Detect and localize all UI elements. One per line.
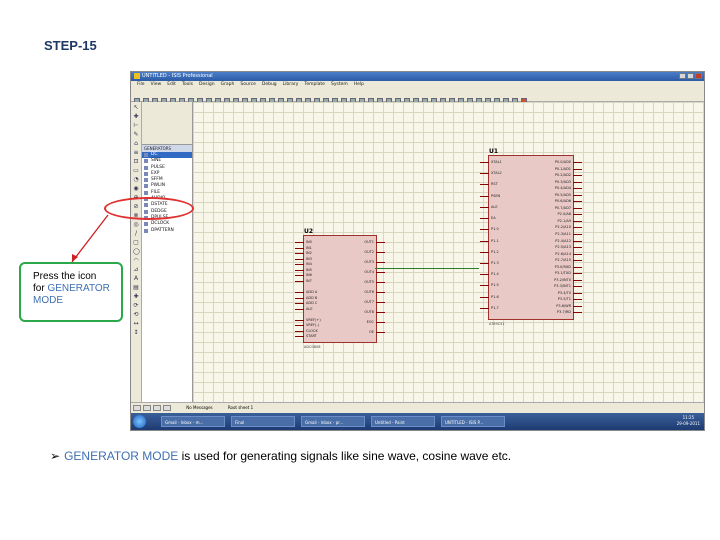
bullet-highlight: GENERATOR MODE xyxy=(64,449,179,463)
bullet-arrow-icon: ➢ xyxy=(50,449,61,463)
callout-line2-plain: for xyxy=(33,283,45,294)
callout-line1: Press the icon xyxy=(33,271,97,282)
instruction-callout: Press the icon for GENERATOR MODE xyxy=(19,262,123,322)
bullet-text: is used for generating signals like sine… xyxy=(178,449,512,463)
callout-line2-highlight: GENERATOR xyxy=(47,283,110,294)
bullet-note: ➢ GENERATOR MODE is used for generating s… xyxy=(50,449,511,463)
callout-line3: MODE xyxy=(33,295,63,306)
